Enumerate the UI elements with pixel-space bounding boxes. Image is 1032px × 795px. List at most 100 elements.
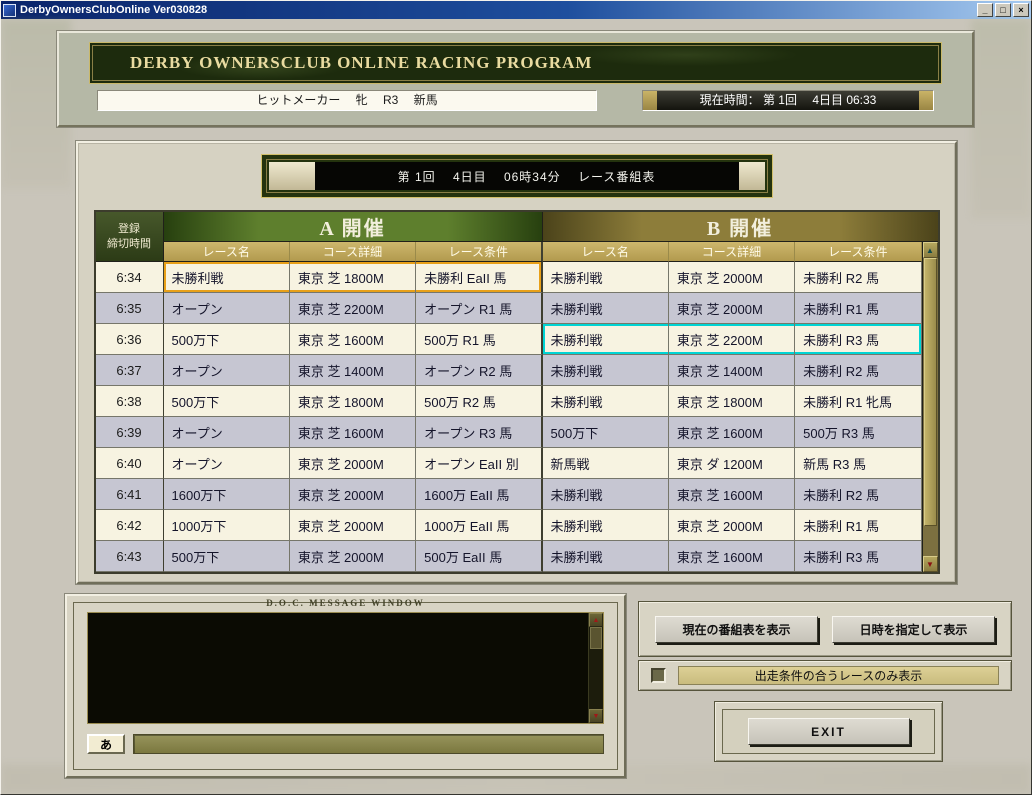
race-b-course-cell[interactable]: 東京 芝 1600M [669,479,795,510]
race-a-name-cell[interactable]: オープン [164,448,290,479]
race-b-course-cell[interactable]: 東京 芝 2000M [669,510,795,541]
race-b-course-cell[interactable]: 東京 芝 1800M [669,386,795,417]
background-texture [971,19,1031,219]
race-b-name-cell[interactable]: 未勝利戦 [543,262,669,293]
race-time-cell[interactable]: 6:34 [96,262,164,293]
message-scroll-down-icon[interactable]: ▼ [589,709,603,723]
section-header-b: B 開催 [543,212,938,242]
race-a-course-cell[interactable]: 東京 芝 1800M [290,386,416,417]
race-a-name-cell[interactable]: 500万下 [164,541,290,572]
race-b-name-cell[interactable]: 未勝利戦 [543,355,669,386]
message-scrollbar-track[interactable] [589,627,603,709]
race-a-name-cell[interactable]: 未勝利戦 [164,262,290,293]
race-a-course-cell[interactable]: 東京 芝 2000M [290,541,416,572]
race-b-conditions-cell[interactable]: 未勝利 R1 牝馬 [795,386,921,417]
ime-mode-button[interactable]: あ [87,734,125,754]
race-a-course-cell[interactable]: 東京 芝 2200M [290,293,416,324]
race-b-conditions-cell[interactable]: 未勝利 R3 馬 [795,324,921,355]
race-a-conditions-cell[interactable]: 未勝利 EaII 馬 [416,262,542,293]
race-time-cell[interactable]: 6:41 [96,479,164,510]
header-panel: DERBY OWNERSCLUB ONLINE RACING PROGRAM ヒ… [57,31,974,127]
race-b-conditions-cell[interactable]: 未勝利 R1 馬 [795,293,921,324]
show-by-datetime-button[interactable]: 日時を指定して表示 [832,616,995,643]
race-a-course-cell[interactable]: 東京 芝 2000M [290,479,416,510]
race-b-name-cell[interactable]: 未勝利戦 [543,541,669,572]
race-a-course-cell[interactable]: 東京 芝 2000M [290,448,416,479]
race-a-conditions-cell[interactable]: 1600万 EaII 馬 [416,479,542,510]
race-a-name-cell[interactable]: オープン [164,355,290,386]
race-a-course-cell[interactable]: 東京 芝 1800M [290,262,416,293]
message-input-field[interactable] [133,734,604,754]
race-a-course-cell[interactable]: 東京 芝 1600M [290,324,416,355]
column-header-b-race-name: レース名 [543,242,669,262]
race-a-name-cell[interactable]: 1000万下 [164,510,290,541]
race-a-conditions-cell[interactable]: オープン R2 馬 [416,355,542,386]
race-a-conditions-cell[interactable]: 500万 EaII 馬 [416,541,542,572]
race-a-name-cell[interactable]: オープン [164,417,290,448]
filter-checkbox[interactable] [651,668,666,683]
race-a-course-cell[interactable]: 東京 芝 1600M [290,417,416,448]
minimize-button-icon[interactable]: _ [977,3,993,17]
race-b-course-cell[interactable]: 東京 芝 2000M [669,262,795,293]
race-a-name-cell[interactable]: 500万下 [164,324,290,355]
race-b-name-cell[interactable]: 未勝利戦 [543,324,669,355]
race-b-name-cell[interactable]: 新馬戦 [543,448,669,479]
column-header-a-race-name: レース名 [164,242,290,262]
scroll-down-icon[interactable]: ▼ [923,556,938,572]
race-b-name-cell[interactable]: 未勝利戦 [543,386,669,417]
close-button-icon[interactable]: × [1013,3,1029,17]
race-b-name-cell[interactable]: 未勝利戦 [543,479,669,510]
race-b-course-cell[interactable]: 東京 芝 2200M [669,324,795,355]
race-b-name-cell[interactable]: 500万下 [543,417,669,448]
race-b-conditions-cell[interactable]: 新馬 R3 馬 [795,448,921,479]
race-a-conditions-cell[interactable]: オープン R3 馬 [416,417,542,448]
race-a-name-cell[interactable]: オープン [164,293,290,324]
race-a-name-cell[interactable]: 1600万下 [164,479,290,510]
race-b-course-cell[interactable]: 東京 ダ 1200M [669,448,795,479]
race-a-conditions-cell[interactable]: オープン EaII 別 [416,448,542,479]
table-scrollbar-track[interactable] [923,258,938,556]
message-scrollbar-thumb[interactable] [590,627,602,649]
race-time-cell[interactable]: 6:43 [96,541,164,572]
exit-panel-inner: EXIT [722,709,935,754]
table-scrollbar[interactable]: ▲ ▼ [922,242,938,572]
race-b-conditions-cell[interactable]: 未勝利 R1 馬 [795,510,921,541]
race-time-cell[interactable]: 6:39 [96,417,164,448]
race-a-conditions-cell[interactable]: オープン R1 馬 [416,293,542,324]
column-header-b-course: コース詳細 [669,242,795,262]
race-b-name-cell[interactable]: 未勝利戦 [543,510,669,541]
race-b-conditions-cell[interactable]: 未勝利 R2 馬 [795,262,921,293]
race-time-cell[interactable]: 6:38 [96,386,164,417]
exit-button[interactable]: EXIT [748,718,910,745]
race-a-name-cell[interactable]: 500万下 [164,386,290,417]
race-b-conditions-cell[interactable]: 未勝利 R3 馬 [795,541,921,572]
race-a-conditions-cell[interactable]: 500万 R2 馬 [416,386,542,417]
race-b-conditions-cell[interactable]: 未勝利 R2 馬 [795,479,921,510]
maximize-button-icon[interactable]: □ [995,3,1011,17]
filter-panel: 出走条件の合うレースのみ表示 [638,660,1012,691]
race-a-conditions-cell[interactable]: 500万 R1 馬 [416,324,542,355]
race-b-conditions-cell[interactable]: 未勝利 R2 馬 [795,355,921,386]
race-b-conditions-cell[interactable]: 500万 R3 馬 [795,417,921,448]
race-b-course-cell[interactable]: 東京 芝 1600M [669,541,795,572]
table-scrollbar-thumb[interactable] [924,258,937,526]
race-a-conditions-cell[interactable]: 1000万 EaII 馬 [416,510,542,541]
race-b-course-cell[interactable]: 東京 芝 2000M [669,293,795,324]
race-b-course-cell[interactable]: 東京 芝 1400M [669,355,795,386]
race-a-course-cell[interactable]: 東京 芝 2000M [290,510,416,541]
race-time-cell[interactable]: 6:42 [96,510,164,541]
show-current-program-button[interactable]: 現在の番組表を表示 [655,616,818,643]
race-time-cell[interactable]: 6:37 [96,355,164,386]
race-table: 登録 締切時間 A 開催 B 開催 レース名 コース詳細 レース条件 レース名 … [94,210,940,574]
race-time-cell[interactable]: 6:35 [96,293,164,324]
race-b-name-cell[interactable]: 未勝利戦 [543,293,669,324]
race-a-course-cell[interactable]: 東京 芝 1400M [290,355,416,386]
message-scrollbar[interactable]: ▲ ▼ [588,613,603,723]
race-time-cell[interactable]: 6:36 [96,324,164,355]
race-time-cell[interactable]: 6:40 [96,448,164,479]
app-content: DERBY OWNERSCLUB ONLINE RACING PROGRAM ヒ… [1,19,1031,794]
race-b-course-cell[interactable]: 東京 芝 1600M [669,417,795,448]
scroll-up-icon[interactable]: ▲ [923,242,938,258]
message-scroll-up-icon[interactable]: ▲ [589,613,603,627]
program-title-bar: 第 1回 4日目 06時34分 レース番組表 [261,154,773,198]
